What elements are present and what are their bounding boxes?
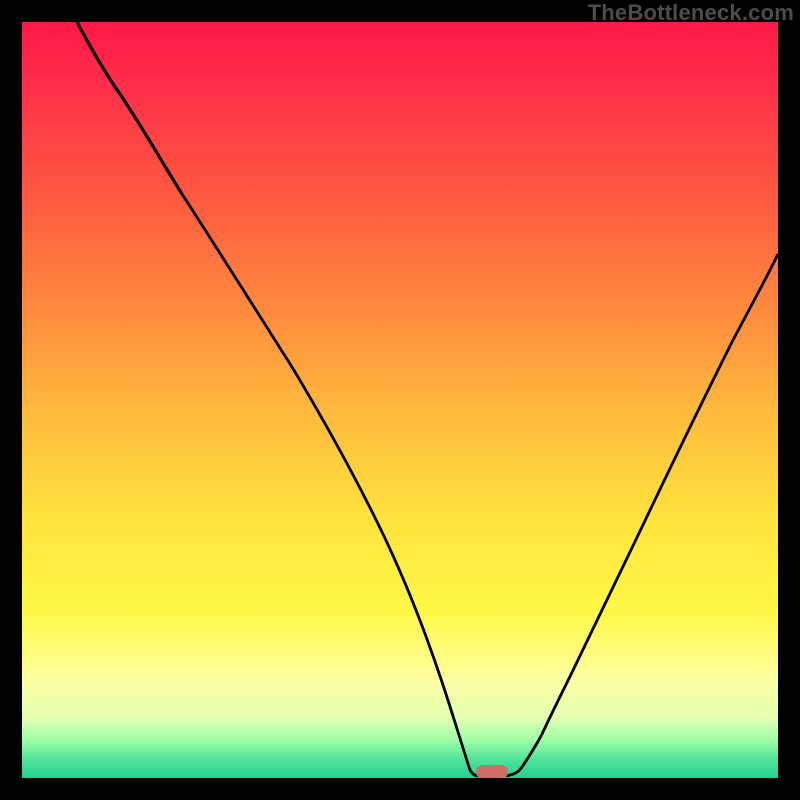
curve-left-segment: [77, 22, 182, 194]
optimal-marker: [476, 765, 508, 778]
bottleneck-curve: [22, 22, 778, 778]
plot-area: [22, 22, 778, 778]
curve-main: [182, 194, 778, 776]
chart-frame: TheBottleneck.com: [0, 0, 800, 800]
